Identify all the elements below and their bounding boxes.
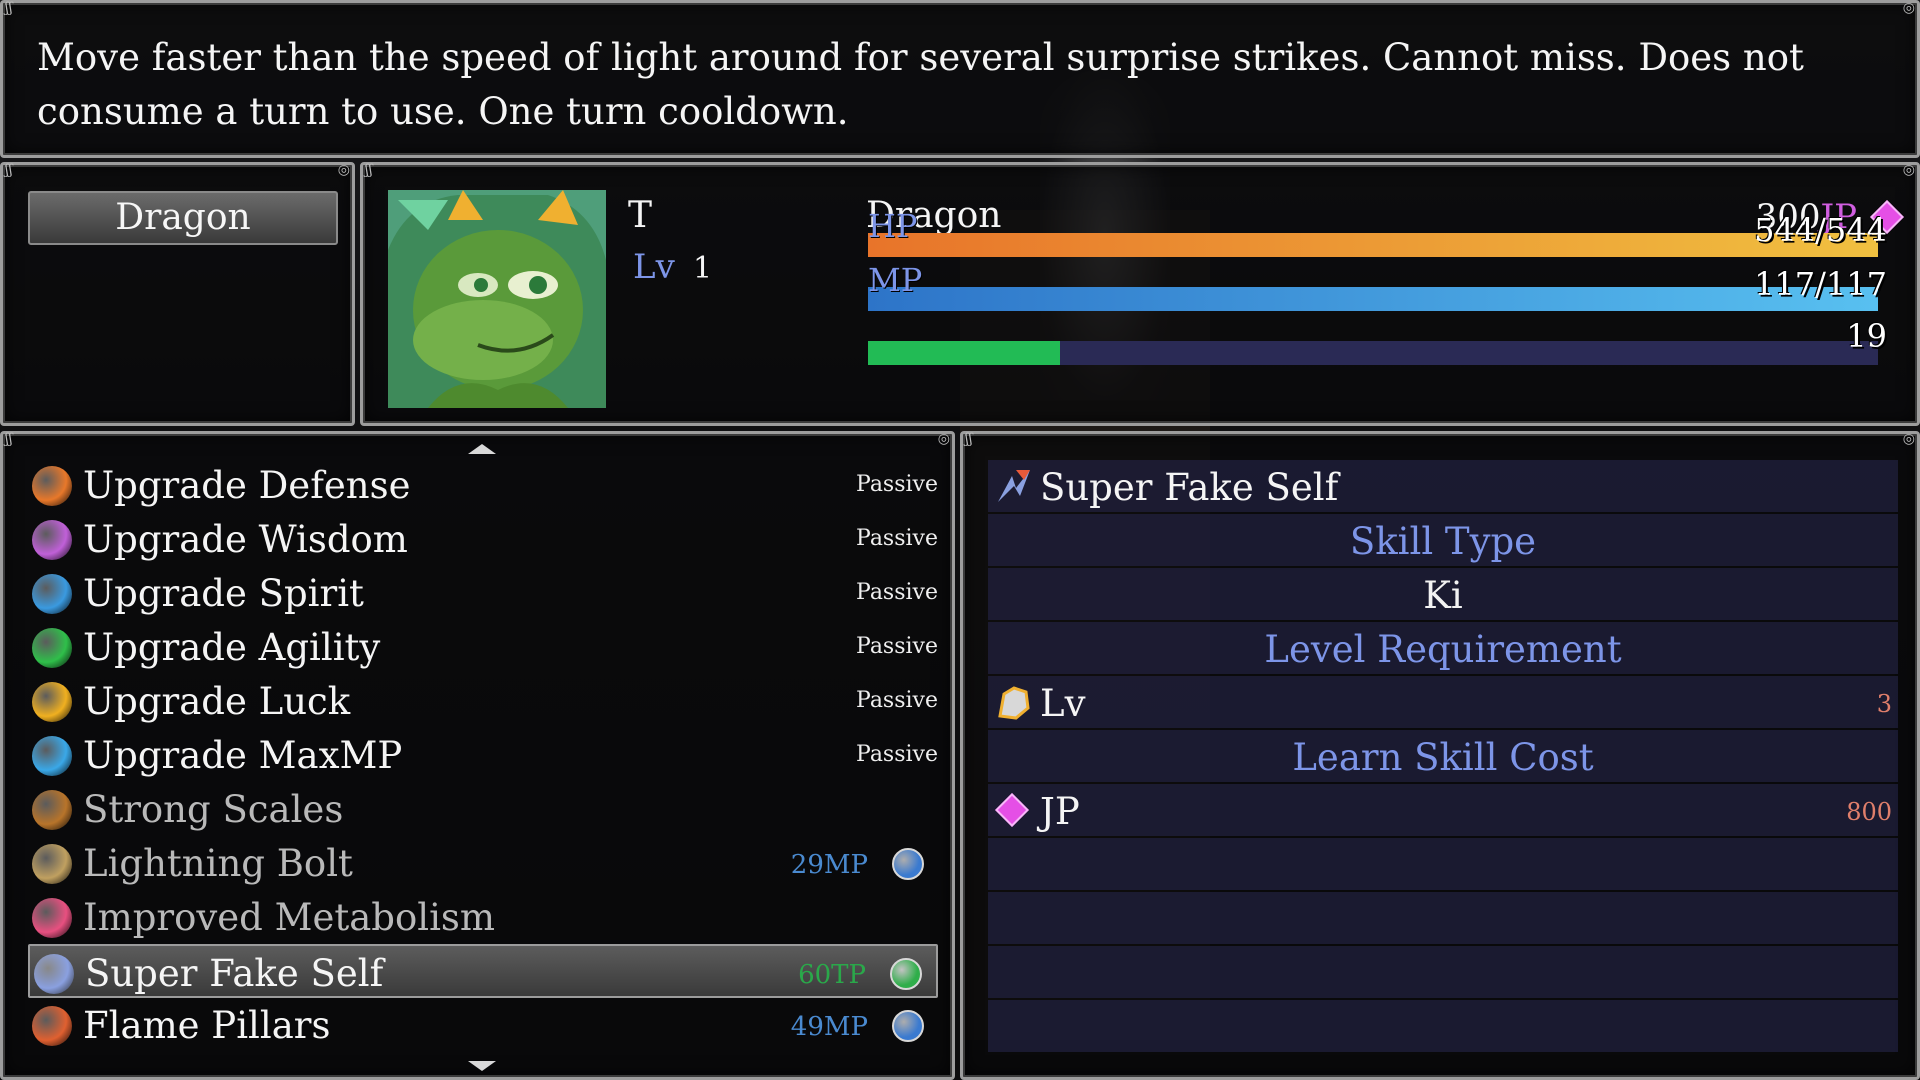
fake-self-icon: [34, 954, 74, 994]
level-requirement-label: Lv: [1040, 682, 1086, 725]
cost-orb-icon: [890, 958, 922, 990]
detail-row-empty: [988, 1000, 1898, 1052]
detail-row-empty: [988, 838, 1898, 890]
fake-self-icon: [998, 470, 1030, 502]
skill-name: Upgrade Defense: [83, 464, 411, 507]
skill-detail-window: Super Fake Self Skill Type Ki Level Requ…: [960, 431, 1920, 1080]
scroll-down-arrow-icon[interactable]: [468, 1061, 496, 1071]
scales-icon: [32, 790, 72, 830]
mp-label: MP: [868, 261, 923, 299]
skill-name: Lightning Bolt: [83, 842, 353, 885]
detail-skill-name: Super Fake Self: [1040, 466, 1339, 509]
actor-status-window: T Lv 1 Dragon 300JP HP 544/544 MP 117/11…: [360, 162, 1920, 426]
learn-cost-value: 800: [1846, 798, 1892, 826]
skill-cost: Passive: [856, 580, 938, 605]
jp-diamond-icon: [995, 793, 1029, 827]
cyan-plus-icon: [32, 736, 72, 776]
detail-row-type: Ki: [988, 568, 1898, 620]
skill-list-window: Upgrade Defense Passive Upgrade Wisdom Pass…: [0, 431, 955, 1080]
detail-row-title: Super Fake Self: [988, 460, 1898, 512]
skill-name: Upgrade MaxMP: [83, 734, 403, 777]
skill-cost: 60TP: [798, 960, 866, 990]
detail-row-cost-header: Learn Skill Cost: [988, 730, 1898, 782]
skill-type-value: Ki: [1423, 574, 1463, 617]
purple-plus-icon: [32, 520, 72, 560]
hp-gauge: [868, 233, 1878, 257]
skill-row[interactable]: Upgrade MaxMP Passive: [28, 728, 938, 782]
detail-row-level: Lv 3: [988, 676, 1898, 728]
scroll-up-arrow-icon[interactable]: [468, 444, 496, 454]
blue-plus-icon: [32, 574, 72, 614]
skill-name: Super Fake Self: [85, 952, 384, 995]
skill-name: Upgrade Agility: [83, 626, 381, 669]
class-option-selected[interactable]: Dragon: [28, 191, 338, 245]
hp-gauge-fill: [868, 233, 1878, 257]
mp-gauge-fill: [868, 287, 1878, 311]
skill-name: Upgrade Spirit: [83, 572, 364, 615]
actor-portrait: [388, 190, 606, 408]
skill-row[interactable]: Upgrade Spirit Passive: [28, 566, 938, 620]
skill-cost: Passive: [856, 526, 938, 551]
skill-row[interactable]: Upgrade Luck Passive: [28, 674, 938, 728]
skill-description: Move faster than the speed of light arou…: [37, 36, 1804, 133]
skill-row[interactable]: Improved Metabolism: [28, 890, 938, 944]
level-value: 1: [693, 251, 713, 286]
hp-value: 544/544: [1754, 211, 1887, 249]
detail-row-cost: JP 800: [988, 784, 1898, 836]
skill-row[interactable]: Upgrade Defense Passive: [28, 458, 938, 512]
skill-cost: Passive: [856, 634, 938, 659]
skill-cost: 29MP: [790, 850, 868, 880]
actor-name: T: [628, 195, 653, 236]
skill-name: Strong Scales: [83, 788, 344, 831]
class-list-window: Dragon: [0, 162, 355, 426]
yellow-plus-icon: [32, 682, 72, 722]
hp-label: HP: [868, 207, 918, 245]
mp-gauge: [868, 287, 1878, 311]
learn-cost-header: Learn Skill Cost: [1292, 736, 1594, 779]
orange-plus-shield-icon: [32, 466, 72, 506]
detail-row-empty: [988, 892, 1898, 944]
skill-row[interactable]: Upgrade Agility Passive: [28, 620, 938, 674]
skill-cost: Passive: [856, 472, 938, 497]
level-requirement-value: 3: [1876, 690, 1892, 718]
tp-gauge-fill: [868, 341, 1060, 365]
tp-gauge: [868, 341, 1878, 365]
skill-row[interactable]: Flame Pillars 49MP: [28, 998, 938, 1052]
tp-value: 19: [1846, 317, 1887, 355]
cost-orb-icon: [892, 848, 924, 880]
cost-orb-icon: [892, 1010, 924, 1042]
skill-type-header: Skill Type: [1349, 520, 1537, 563]
skill-name: Upgrade Wisdom: [83, 518, 408, 561]
learn-cost-label: JP: [1040, 790, 1080, 833]
level-label: Lv: [633, 247, 675, 287]
level-fist-icon: [998, 686, 1030, 720]
heart-icon: [32, 898, 72, 938]
detail-row-type-header: Skill Type: [988, 514, 1898, 566]
skill-row[interactable]: Upgrade Wisdom Passive: [28, 512, 938, 566]
green-plus-icon: [32, 628, 72, 668]
level-requirement-header: Level Requirement: [1264, 628, 1622, 671]
help-window: Move faster than the speed of light arou…: [0, 0, 1920, 158]
skill-row[interactable]: Strong Scales: [28, 782, 938, 836]
skill-row[interactable]: Super Fake Self 60TP: [28, 944, 938, 998]
skill-cost: Passive: [856, 742, 938, 767]
lightning-bolt-icon: [32, 844, 72, 884]
skill-cost: Passive: [856, 688, 938, 713]
flame-icon: [32, 1006, 72, 1046]
detail-row-empty: [988, 946, 1898, 998]
skill-name: Flame Pillars: [83, 1004, 331, 1047]
detail-row-level-header: Level Requirement: [988, 622, 1898, 674]
skill-cost: 49MP: [790, 1012, 868, 1042]
mp-value: 117/117: [1754, 265, 1887, 303]
skill-name: Upgrade Luck: [83, 680, 351, 723]
skill-row[interactable]: Lightning Bolt 29MP: [28, 836, 938, 890]
skill-name: Improved Metabolism: [83, 896, 496, 939]
